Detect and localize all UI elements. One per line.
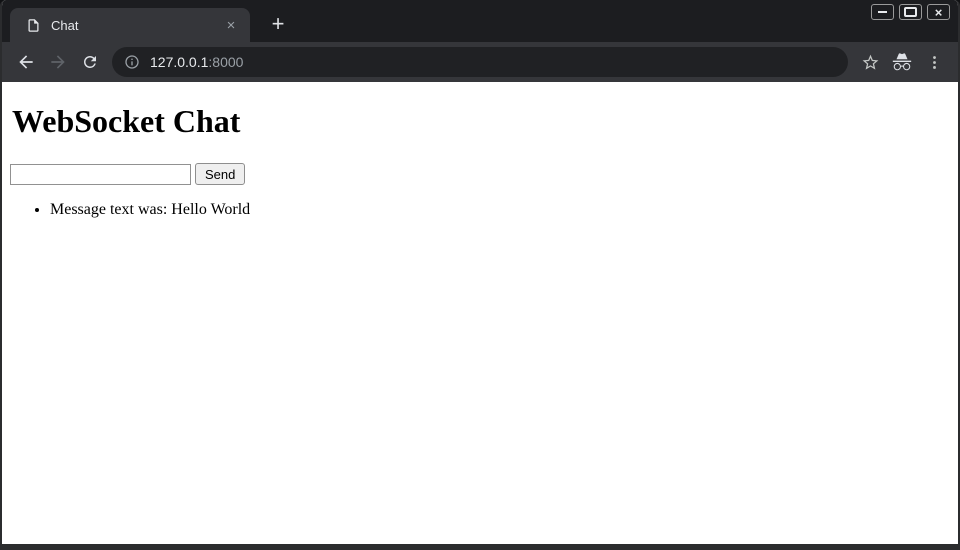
reload-button[interactable] [74, 46, 106, 78]
incognito-icon [891, 51, 913, 73]
minimize-icon [878, 11, 887, 13]
site-info-icon[interactable] [124, 54, 140, 70]
message-list: Message text was: Hello World [10, 201, 950, 219]
browser-toolbar: 127.0.0.1:8000 [2, 42, 958, 82]
window-controls: × [871, 4, 950, 20]
window-close-button[interactable]: × [927, 4, 950, 20]
tab-close-icon[interactable]: × [222, 16, 240, 34]
forward-arrow-icon [48, 52, 68, 72]
page-content: WebSocket Chat Send Message text was: He… [2, 82, 958, 544]
tab-chat[interactable]: Chat × [10, 8, 250, 42]
url-host: 127.0.0.1 [150, 54, 208, 70]
new-tab-button[interactable]: + [264, 10, 292, 38]
browser-window: Chat × + × 127.0.0.1:8000 [0, 0, 960, 550]
url-text: 127.0.0.1:8000 [150, 54, 243, 70]
menu-button[interactable] [918, 46, 950, 78]
three-dots-menu-icon [926, 54, 943, 71]
star-icon [861, 53, 880, 72]
window-maximize-button[interactable] [899, 4, 922, 20]
incognito-indicator [886, 46, 918, 78]
maximize-icon [904, 7, 917, 17]
tab-strip: Chat × + × [2, 0, 958, 42]
document-favicon-icon [26, 18, 41, 33]
back-button[interactable] [10, 46, 42, 78]
bookmark-button[interactable] [854, 46, 886, 78]
back-arrow-icon [16, 52, 36, 72]
reload-icon [81, 53, 99, 71]
page-title: WebSocket Chat [12, 103, 950, 140]
address-bar[interactable]: 127.0.0.1:8000 [112, 47, 848, 77]
tab-title: Chat [51, 18, 222, 33]
message-form: Send [10, 163, 950, 185]
forward-button[interactable] [42, 46, 74, 78]
send-button[interactable]: Send [195, 163, 245, 185]
window-minimize-button[interactable] [871, 4, 894, 20]
close-icon: × [935, 6, 943, 19]
url-port: :8000 [208, 54, 243, 70]
message-list-item: Message text was: Hello World [50, 201, 950, 219]
message-input[interactable] [10, 164, 191, 185]
